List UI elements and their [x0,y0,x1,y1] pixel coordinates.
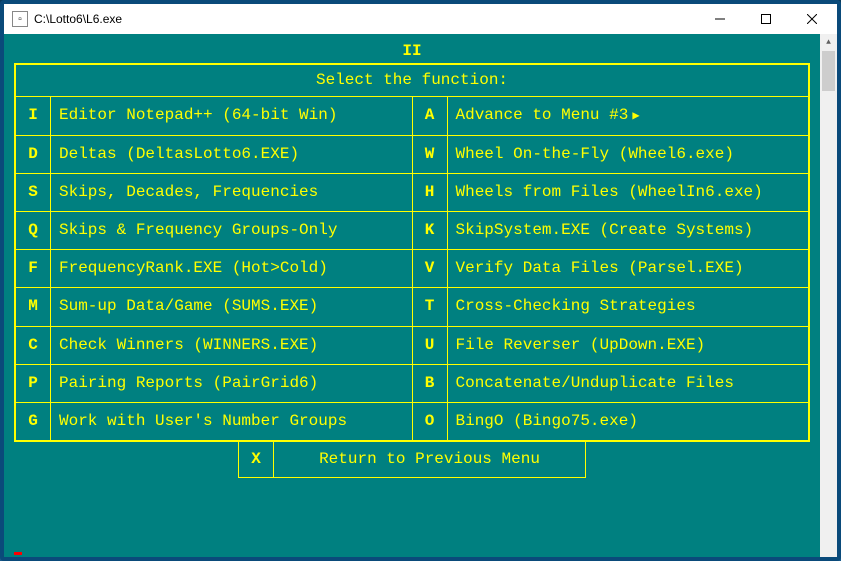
menu-key: H [413,174,448,211]
menu-box: Select the function: IEditor Notepad++ (… [14,63,810,442]
menu-columns: IEditor Notepad++ (64-bit Win)DDeltas (D… [16,97,808,440]
menu-item-a[interactable]: AAdvance to Menu #3 [413,97,809,134]
menu-key: P [16,365,51,402]
menu-key: K [413,212,448,249]
menu-item-d[interactable]: DDeltas (DeltasLotto6.EXE) [16,135,412,173]
minimize-icon [715,14,725,24]
menu-item-q[interactable]: QSkips & Frequency Groups-Only [16,211,412,249]
footer-label: Return to Previous Menu [274,442,585,477]
menu-column-left: IEditor Notepad++ (64-bit Win)DDeltas (D… [16,97,413,440]
menu-item-w[interactable]: WWheel On-the-Fly (Wheel6.exe) [413,135,809,173]
menu-label: Verify Data Files (Parsel.EXE) [448,250,809,287]
menu-item-f[interactable]: FFrequencyRank.EXE (Hot>Cold) [16,249,412,287]
menu-key: T [413,288,448,325]
menu-label: Wheels from Files (WheelIn6.exe) [448,174,809,211]
menu-label: BingO (Bingo75.exe) [448,403,809,440]
menu-item-t[interactable]: TCross-Checking Strategies [413,287,809,325]
menu-column-right: AAdvance to Menu #3WWheel On-the-Fly (Wh… [413,97,809,440]
menu-key: S [16,174,51,211]
titlebar-buttons [697,4,835,34]
menu-item-h[interactable]: HWheels from Files (WheelIn6.exe) [413,173,809,211]
menu-label: Advance to Menu #3 [448,97,809,134]
window-frame: ▫ C:\Lotto6\L6.exe ▲ II Select the funct… [0,0,841,561]
menu-item-c[interactable]: CCheck Winners (WINNERS.EXE) [16,326,412,364]
menu-key: A [413,97,448,134]
menu-title: II [14,42,810,61]
menu-key: I [16,97,51,134]
terminal-content: II Select the function: IEditor Notepad+… [14,42,810,478]
menu-key: V [413,250,448,287]
window-title: C:\Lotto6\L6.exe [34,12,697,26]
scroll-up-button[interactable]: ▲ [820,34,837,51]
menu-label: Deltas (DeltasLotto6.EXE) [51,136,412,173]
menu-label: Sum-up Data/Game (SUMS.EXE) [51,288,412,325]
footer-item[interactable]: X Return to Previous Menu [238,442,586,478]
menu-key: B [413,365,448,402]
menu-label: SkipSystem.EXE (Create Systems) [448,212,809,249]
scrollbar[interactable]: ▲ [820,34,837,557]
menu-item-m[interactable]: MSum-up Data/Game (SUMS.EXE) [16,287,412,325]
menu-label: Pairing Reports (PairGrid6) [51,365,412,402]
maximize-button[interactable] [743,4,789,34]
menu-item-g[interactable]: GWork with User's Number Groups [16,402,412,440]
terminal-area: ▲ II Select the function: IEditor Notepa… [4,34,837,557]
maximize-icon [761,14,771,24]
menu-key: F [16,250,51,287]
menu-label: FrequencyRank.EXE (Hot>Cold) [51,250,412,287]
menu-label: Wheel On-the-Fly (Wheel6.exe) [448,136,809,173]
menu-key: G [16,403,51,440]
menu-key: W [413,136,448,173]
cursor-indicator [14,552,22,555]
menu-item-p[interactable]: PPairing Reports (PairGrid6) [16,364,412,402]
menu-item-s[interactable]: SSkips, Decades, Frequencies [16,173,412,211]
menu-label: Concatenate/Unduplicate Files [448,365,809,402]
menu-label: Skips, Decades, Frequencies [51,174,412,211]
app-icon: ▫ [12,11,28,27]
menu-key: O [413,403,448,440]
menu-item-k[interactable]: KSkipSystem.EXE (Create Systems) [413,211,809,249]
minimize-button[interactable] [697,4,743,34]
close-icon [807,14,817,24]
titlebar: ▫ C:\Lotto6\L6.exe [4,4,837,34]
menu-label: File Reverser (UpDown.EXE) [448,327,809,364]
menu-item-b[interactable]: BConcatenate/Unduplicate Files [413,364,809,402]
menu-label: Check Winners (WINNERS.EXE) [51,327,412,364]
footer-box: X Return to Previous Menu [14,442,810,478]
menu-key: Q [16,212,51,249]
close-button[interactable] [789,4,835,34]
footer-key: X [239,442,274,477]
menu-key: M [16,288,51,325]
menu-item-v[interactable]: VVerify Data Files (Parsel.EXE) [413,249,809,287]
menu-label: Cross-Checking Strategies [448,288,809,325]
menu-label: Editor Notepad++ (64-bit Win) [51,97,412,134]
menu-label: Work with User's Number Groups [51,403,412,440]
menu-key: C [16,327,51,364]
menu-label: Skips & Frequency Groups-Only [51,212,412,249]
menu-header: Select the function: [16,65,808,97]
menu-key: U [413,327,448,364]
scroll-thumb[interactable] [822,51,835,91]
menu-key: D [16,136,51,173]
menu-item-i[interactable]: IEditor Notepad++ (64-bit Win) [16,97,412,134]
menu-item-o[interactable]: OBingO (Bingo75.exe) [413,402,809,440]
menu-item-u[interactable]: UFile Reverser (UpDown.EXE) [413,326,809,364]
